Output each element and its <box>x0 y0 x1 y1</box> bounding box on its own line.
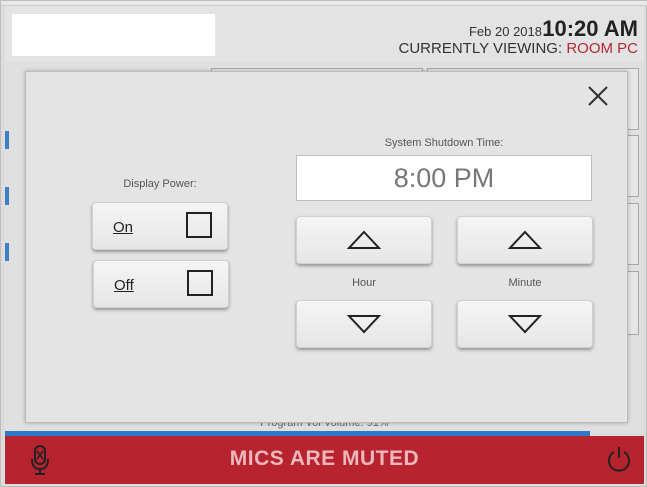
mics-muted-label[interactable]: MICS ARE MUTED <box>5 447 644 471</box>
chevron-up-icon <box>507 230 543 249</box>
viewing-value: ROOM PC <box>566 40 638 57</box>
hour-up-button[interactable] <box>296 216 432 264</box>
chevron-down-icon <box>346 315 382 334</box>
footer: MICS ARE MUTED <box>5 436 644 484</box>
power-icon[interactable] <box>606 446 632 472</box>
background-indicator <box>5 243 9 261</box>
date: Feb 20 2018 <box>468 24 542 39</box>
close-icon[interactable] <box>586 84 610 108</box>
chevron-up-icon <box>346 230 382 249</box>
background-indicator <box>5 187 9 205</box>
off-checkbox[interactable] <box>187 270 213 296</box>
minute-label: Minute <box>508 277 542 289</box>
display-off-button[interactable]: Off <box>93 260 229 308</box>
viewing-label: CURRENTLY VIEWING: <box>398 40 567 57</box>
shutdown-time-display: 8:00 PM <box>296 155 592 201</box>
background-indicator <box>5 131 9 149</box>
logo <box>12 14 215 56</box>
display-on-button[interactable]: On <box>92 202 228 250</box>
on-checkbox[interactable] <box>186 212 212 238</box>
display-settings-dialog: Display Power: On Off System Shutdown Ti… <box>25 71 628 423</box>
header: Feb 20 2018 10:20 AM CURRENTLY VIEWING: … <box>5 6 644 62</box>
currently-viewing: CURRENTLY VIEWING: ROOM PC <box>399 40 638 57</box>
clock: 10:20 AM <box>542 16 638 41</box>
minute-up-button[interactable] <box>457 216 593 264</box>
minute-down-button[interactable] <box>457 300 593 348</box>
hour-down-button[interactable] <box>296 300 432 348</box>
app-window: Feb 20 2018 10:20 AM CURRENTLY VIEWING: … <box>0 0 647 487</box>
hour-label: Hour <box>352 277 376 289</box>
off-label: Off <box>114 277 134 294</box>
display-power-label: Display Power: <box>123 178 197 190</box>
chevron-down-icon <box>507 315 543 334</box>
shutdown-time-label: System Shutdown Time: <box>384 137 504 149</box>
on-label: On <box>113 219 134 236</box>
